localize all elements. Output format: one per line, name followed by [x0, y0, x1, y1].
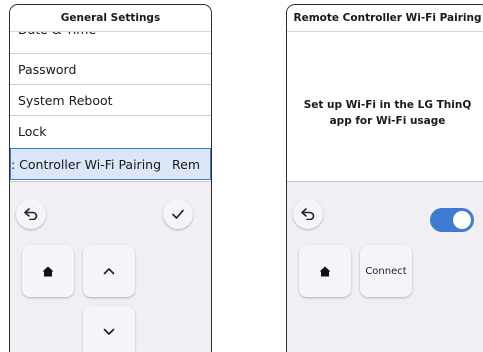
confirm-button[interactable] — [163, 199, 193, 229]
menu-item-lock[interactable]: Lock — [10, 115, 211, 146]
connect-button-label: Connect — [365, 265, 407, 277]
up-button[interactable] — [83, 245, 135, 297]
down-button[interactable] — [83, 306, 135, 352]
wifi-pairing-toggle[interactable] — [430, 208, 474, 232]
home-button[interactable] — [299, 245, 351, 297]
menu-item-controller-wifi-pairing[interactable]: : Controller Wi-Fi Pairing Rem — [10, 148, 211, 180]
back-arrow-icon — [301, 208, 315, 220]
chevron-down-icon — [103, 328, 115, 335]
menu-item-label: System Reboot — [18, 92, 113, 108]
home-button[interactable] — [22, 245, 74, 297]
menu-item-label: Password — [18, 61, 77, 77]
chevron-up-icon — [103, 268, 115, 275]
back-button[interactable] — [16, 199, 46, 229]
pairing-message: Set up Wi-Fi in the LG ThinQ app for Wi-… — [303, 99, 472, 127]
connect-button[interactable]: Connect — [360, 245, 412, 297]
menu-item-label: : Controller Wi-Fi Pairing — [11, 156, 162, 172]
back-arrow-icon — [24, 208, 38, 220]
wifi-pairing-screen: Remote Controller Wi-Fi Pairing Set up W… — [286, 4, 483, 352]
general-settings-screen: General Settings Date & Time Password Sy… — [9, 4, 212, 352]
check-icon — [172, 209, 184, 219]
screen-title: Remote Controller Wi-Fi Pairing — [287, 5, 483, 32]
menu-item-system-reboot[interactable]: System Reboot — [10, 84, 211, 115]
screen-title: General Settings — [10, 5, 211, 32]
menu-item-password[interactable]: Password — [10, 53, 211, 84]
home-icon — [319, 266, 331, 276]
remote-control-panel: Connect — [287, 181, 483, 352]
toggle-knob — [453, 211, 471, 229]
menu-item-label: Lock — [18, 123, 47, 139]
home-icon — [42, 266, 54, 276]
back-button[interactable] — [293, 199, 323, 229]
remote-control-panel — [10, 181, 211, 352]
menu-item-marquee-text: Rem — [172, 156, 201, 172]
